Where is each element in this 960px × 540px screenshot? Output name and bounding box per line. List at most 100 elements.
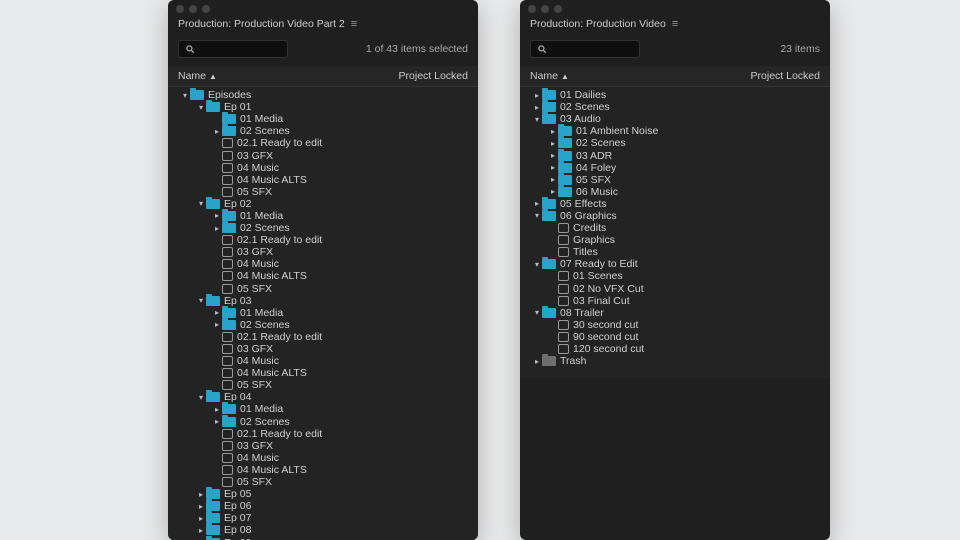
- disclosure-arrow-icon[interactable]: ▸: [212, 236, 222, 245]
- tree-row[interactable]: ▸90 second cut: [524, 331, 826, 343]
- disclosure-arrow-icon[interactable]: ▸: [548, 296, 558, 305]
- disclosure-arrow-icon[interactable]: ▸: [212, 151, 222, 160]
- tree-row[interactable]: ▸05 SFX: [172, 379, 474, 391]
- tree-row[interactable]: ▸01 Media: [172, 403, 474, 415]
- disclosure-arrow-icon[interactable]: ▸: [212, 381, 222, 390]
- tree-row[interactable]: ▸04 Music: [172, 258, 474, 270]
- tree-row[interactable]: ▸05 SFX: [172, 283, 474, 295]
- column-name[interactable]: Name▲: [530, 70, 569, 82]
- disclosure-arrow-icon[interactable]: ▸: [212, 211, 222, 220]
- panel-menu-icon[interactable]: ≡: [351, 18, 357, 30]
- tree-row[interactable]: ▸05 Effects: [524, 198, 826, 210]
- disclosure-arrow-icon[interactable]: ▸: [548, 248, 558, 257]
- column-name[interactable]: Name▲: [178, 70, 217, 82]
- tree-row[interactable]: ▾Episodes: [172, 89, 474, 101]
- tree-row[interactable]: ▾Ep 02: [172, 198, 474, 210]
- column-header[interactable]: Name▲ Project Locked: [168, 66, 478, 87]
- disclosure-arrow-icon[interactable]: ▸: [196, 502, 206, 511]
- tree-row[interactable]: ▸02 Scenes: [172, 319, 474, 331]
- tree-row[interactable]: ▸Trash: [524, 355, 826, 367]
- tree-row[interactable]: ▸03 ADR: [524, 149, 826, 161]
- window-controls[interactable]: [520, 0, 830, 18]
- disclosure-arrow-icon[interactable]: ▾: [180, 91, 190, 100]
- disclosure-arrow-icon[interactable]: ▸: [212, 465, 222, 474]
- tree-row[interactable]: ▸04 Music: [172, 162, 474, 174]
- disclosure-arrow-icon[interactable]: ▸: [548, 139, 558, 148]
- tree-row[interactable]: ▸06 Music: [524, 186, 826, 198]
- tree-row[interactable]: ▸04 Music ALTS: [172, 367, 474, 379]
- disclosure-arrow-icon[interactable]: ▸: [212, 115, 222, 124]
- tree-row[interactable]: ▸120 second cut: [524, 343, 826, 355]
- disclosure-arrow-icon[interactable]: ▸: [212, 320, 222, 329]
- project-tree[interactable]: ▸01 Dailies▸02 Scenes▾03 Audio▸01 Ambien…: [520, 87, 830, 379]
- disclosure-arrow-icon[interactable]: ▸: [212, 224, 222, 233]
- tree-row[interactable]: ▸01 Media: [172, 113, 474, 125]
- disclosure-arrow-icon[interactable]: ▸: [212, 429, 222, 438]
- disclosure-arrow-icon[interactable]: ▸: [212, 175, 222, 184]
- tree-row[interactable]: ▾07 Ready to Edit: [524, 258, 826, 270]
- disclosure-arrow-icon[interactable]: ▸: [548, 151, 558, 160]
- tree-row[interactable]: ▸Ep 09: [172, 536, 474, 540]
- tree-row[interactable]: ▸05 SFX: [172, 476, 474, 488]
- disclosure-arrow-icon[interactable]: ▸: [212, 308, 222, 317]
- column-project-locked[interactable]: Project Locked: [399, 70, 468, 82]
- disclosure-arrow-icon[interactable]: ▸: [548, 127, 558, 136]
- tree-row[interactable]: ▸02 Scenes: [524, 101, 826, 113]
- window-controls[interactable]: [168, 0, 478, 18]
- tree-row[interactable]: ▸04 Music: [172, 355, 474, 367]
- search-input[interactable]: [530, 40, 640, 58]
- disclosure-arrow-icon[interactable]: ▸: [212, 369, 222, 378]
- search-input[interactable]: [178, 40, 288, 58]
- tree-row[interactable]: ▸02.1 Ready to edit: [172, 234, 474, 246]
- tree-row[interactable]: ▾08 Trailer: [524, 307, 826, 319]
- tree-row[interactable]: ▸04 Music ALTS: [172, 174, 474, 186]
- project-tree[interactable]: ▾Episodes▾Ep 01▸01 Media▸02 Scenes▸02.1 …: [168, 87, 478, 540]
- disclosure-arrow-icon[interactable]: ▸: [532, 357, 542, 366]
- tree-row[interactable]: ▸01 Ambient Noise: [524, 125, 826, 137]
- tree-row[interactable]: ▸Credits: [524, 222, 826, 234]
- disclosure-arrow-icon[interactable]: ▸: [548, 163, 558, 172]
- disclosure-arrow-icon[interactable]: ▸: [548, 284, 558, 293]
- tree-row[interactable]: ▸02.1 Ready to edit: [172, 137, 474, 149]
- disclosure-arrow-icon[interactable]: ▸: [212, 163, 222, 172]
- tree-row[interactable]: ▸Ep 06: [172, 500, 474, 512]
- disclosure-arrow-icon[interactable]: ▸: [532, 199, 542, 208]
- disclosure-arrow-icon[interactable]: ▸: [212, 248, 222, 257]
- tree-row[interactable]: ▸04 Music: [172, 452, 474, 464]
- disclosure-arrow-icon[interactable]: ▸: [548, 332, 558, 341]
- disclosure-arrow-icon[interactable]: ▾: [196, 393, 206, 402]
- disclosure-arrow-icon[interactable]: ▸: [212, 260, 222, 269]
- tree-row[interactable]: ▸01 Media: [172, 210, 474, 222]
- disclosure-arrow-icon[interactable]: ▸: [548, 320, 558, 329]
- tree-row[interactable]: ▸01 Scenes: [524, 270, 826, 282]
- disclosure-arrow-icon[interactable]: ▸: [212, 332, 222, 341]
- tree-row[interactable]: ▾Ep 01: [172, 101, 474, 113]
- tree-row[interactable]: ▸03 GFX: [172, 440, 474, 452]
- column-header[interactable]: Name▲ Project Locked: [520, 66, 830, 87]
- disclosure-arrow-icon[interactable]: ▸: [548, 175, 558, 184]
- tree-row[interactable]: ▾06 Graphics: [524, 210, 826, 222]
- disclosure-arrow-icon[interactable]: ▾: [532, 260, 542, 269]
- tree-row[interactable]: ▾Ep 04: [172, 391, 474, 403]
- tree-row[interactable]: ▸04 Music ALTS: [172, 270, 474, 282]
- disclosure-arrow-icon[interactable]: ▸: [212, 284, 222, 293]
- tree-row[interactable]: ▸02 No VFX Cut: [524, 283, 826, 295]
- column-project-locked[interactable]: Project Locked: [751, 70, 820, 82]
- tree-row[interactable]: ▸04 Foley: [524, 162, 826, 174]
- panel-menu-icon[interactable]: ≡: [672, 18, 678, 30]
- disclosure-arrow-icon[interactable]: ▸: [212, 357, 222, 366]
- disclosure-arrow-icon[interactable]: ▸: [548, 187, 558, 196]
- tree-row[interactable]: ▸05 SFX: [524, 174, 826, 186]
- tree-row[interactable]: ▸Ep 07: [172, 512, 474, 524]
- tree-row[interactable]: ▸Ep 08: [172, 524, 474, 536]
- tree-row[interactable]: ▾03 Audio: [524, 113, 826, 125]
- tree-row[interactable]: ▸01 Media: [172, 307, 474, 319]
- tree-row[interactable]: ▾Ep 03: [172, 295, 474, 307]
- disclosure-arrow-icon[interactable]: ▸: [212, 453, 222, 462]
- tree-row[interactable]: ▸05 SFX: [172, 186, 474, 198]
- tree-row[interactable]: ▸02 Scenes: [524, 137, 826, 149]
- tree-row[interactable]: ▸02 Scenes: [172, 125, 474, 137]
- disclosure-arrow-icon[interactable]: ▸: [532, 91, 542, 100]
- disclosure-arrow-icon[interactable]: ▾: [532, 211, 542, 220]
- tree-row[interactable]: ▸30 second cut: [524, 319, 826, 331]
